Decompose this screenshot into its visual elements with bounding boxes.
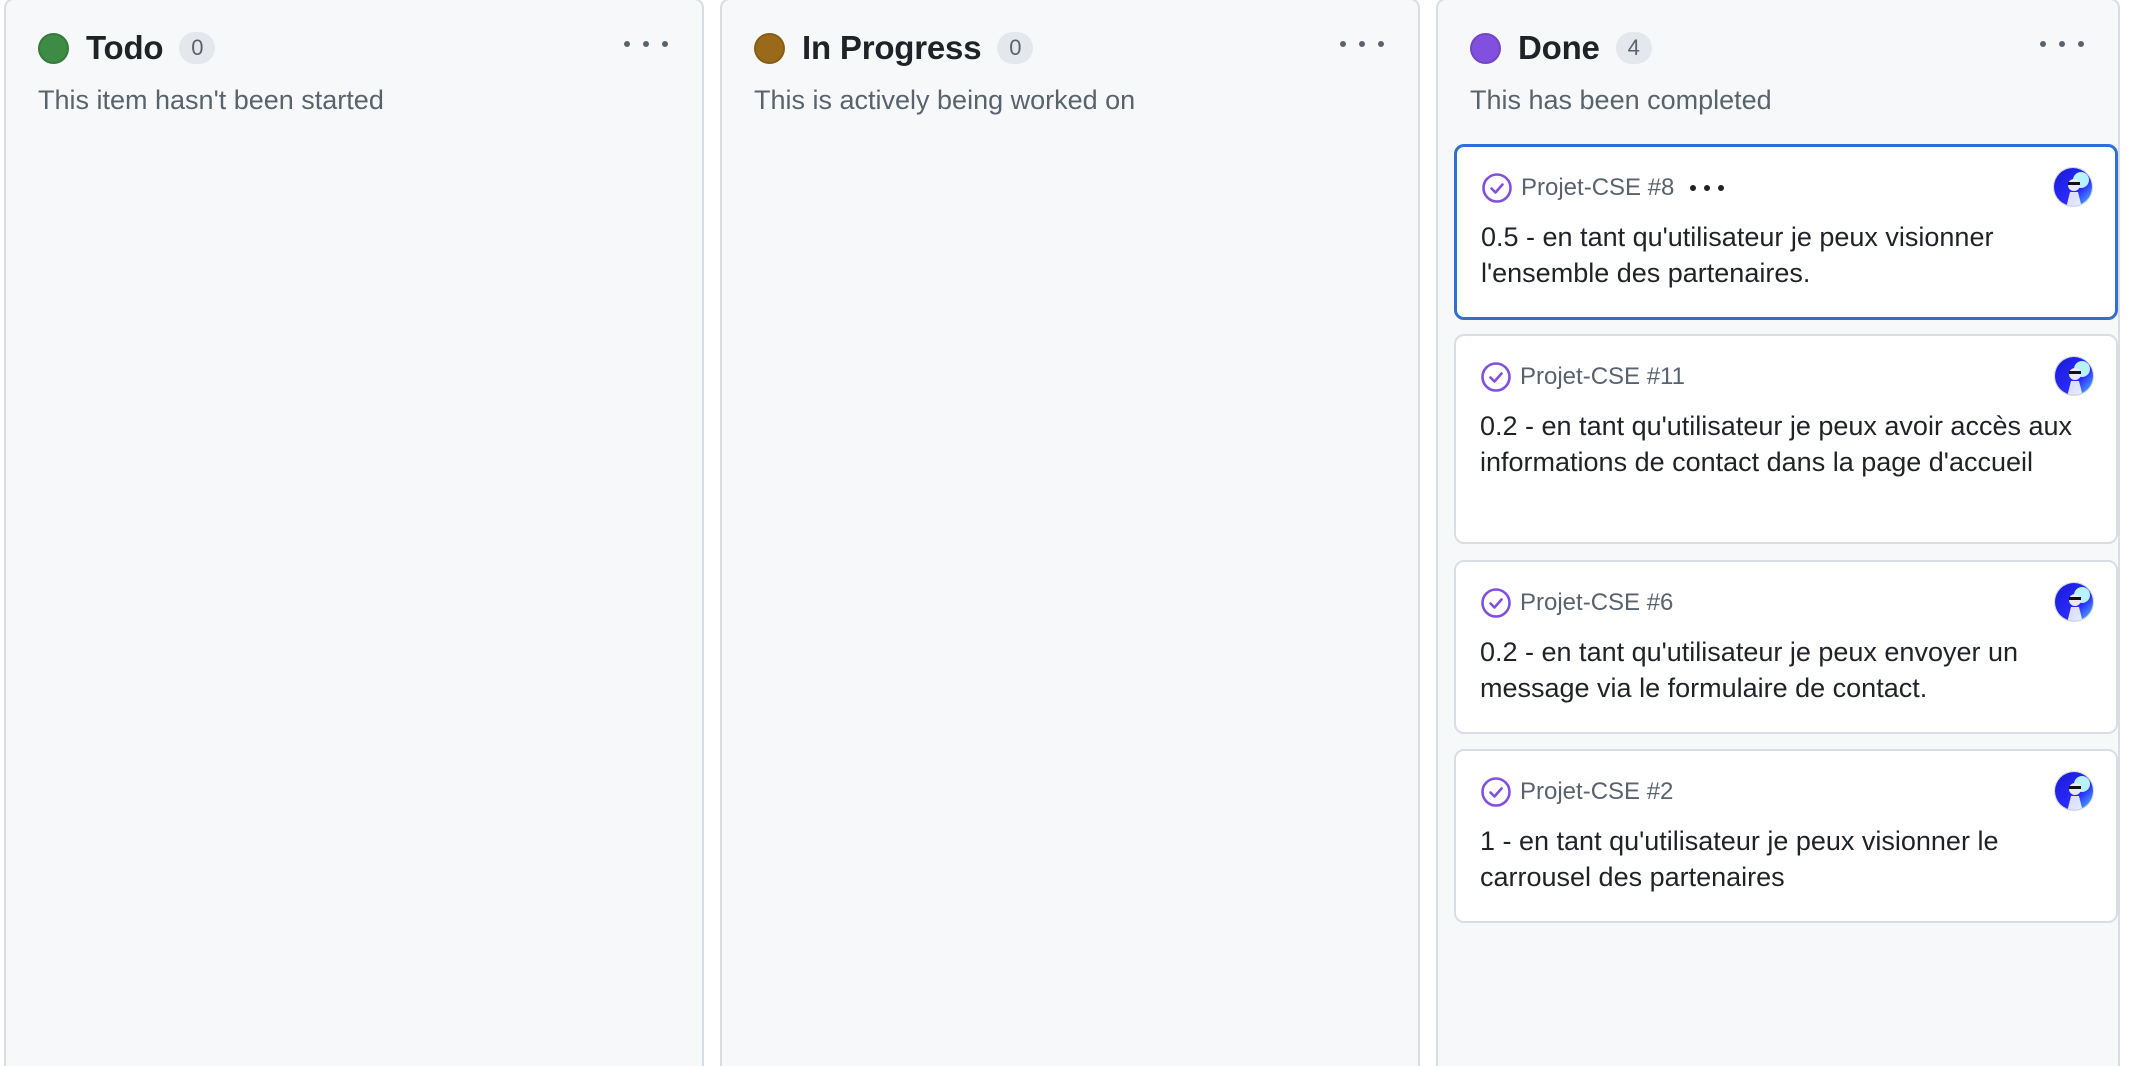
kebab-horizontal-icon xyxy=(1340,41,1346,47)
issue-reference-link[interactable]: Projet-CSE #2 xyxy=(1520,778,1673,806)
card-title[interactable]: 1 - en tant qu'utilisateur je peux visio… xyxy=(1480,823,2076,895)
assignee-avatar[interactable] xyxy=(2053,167,2093,207)
kebab-horizontal-icon xyxy=(2040,41,2046,47)
project-board: Todo 0 This item hasn't been started In … xyxy=(0,0,2138,1066)
kebab-horizontal-icon xyxy=(1690,185,1697,191)
check-circle-icon xyxy=(1481,588,1511,618)
avatar-image xyxy=(2055,583,2093,621)
status-color-dot xyxy=(1470,32,1501,64)
column-header: In Progress 0 xyxy=(754,28,1034,68)
status-color-dot xyxy=(38,32,69,64)
check-circle-icon xyxy=(1482,173,1512,203)
avatar-image xyxy=(2055,772,2093,810)
column-done: Done 4 This has been completed Projet-CS… xyxy=(1436,0,2120,1066)
column-title: In Progress xyxy=(802,29,982,66)
card-meta: Projet-CSE #6 xyxy=(1480,586,1673,620)
assignee-avatar[interactable] xyxy=(2054,771,2094,811)
column-menu-button[interactable] xyxy=(624,28,668,60)
card-meta: Projet-CSE #2 xyxy=(1480,775,1673,809)
column-menu-button[interactable] xyxy=(2040,28,2084,60)
item-count-badge: 0 xyxy=(997,32,1034,64)
check-circle-icon xyxy=(1481,777,1511,807)
item-count-badge: 0 xyxy=(179,32,216,64)
issue-reference-link[interactable]: Projet-CSE #6 xyxy=(1520,589,1673,617)
card-meta: Projet-CSE #11 xyxy=(1480,360,1685,394)
issue-card[interactable]: Projet-CSE #11 0.2 - en tant qu'utilisat… xyxy=(1454,334,2118,544)
column-todo: Todo 0 This item hasn't been started xyxy=(4,0,704,1066)
column-header: Todo 0 xyxy=(38,28,216,68)
column-menu-button[interactable] xyxy=(1340,28,1384,60)
column-title: Todo xyxy=(86,29,164,66)
column-title: Done xyxy=(1518,29,1600,66)
card-title[interactable]: 0.5 - en tant qu'utilisateur je peux vis… xyxy=(1481,219,2075,291)
status-color-dot xyxy=(754,32,785,64)
card-title[interactable]: 0.2 - en tant qu'utilisateur je peux avo… xyxy=(1480,408,2076,480)
issue-reference-link[interactable]: Projet-CSE #8 xyxy=(1521,174,1674,202)
issue-card[interactable]: Projet-CSE #8 0.5 - en tant qu'utilisate… xyxy=(1454,144,2118,320)
check-circle-icon xyxy=(1481,362,1511,392)
card-meta: Projet-CSE #8 xyxy=(1481,171,1725,205)
assignee-avatar[interactable] xyxy=(2054,582,2094,622)
issue-card[interactable]: Projet-CSE #2 1 - en tant qu'utilisateur… xyxy=(1454,749,2118,923)
avatar-image xyxy=(2054,168,2092,206)
card-menu-button[interactable] xyxy=(1690,178,1725,198)
kebab-horizontal-icon xyxy=(624,41,630,47)
avatar-image xyxy=(2055,357,2093,395)
column-description: This has been completed xyxy=(1470,85,1772,115)
column-in-progress: In Progress 0 This is actively being wor… xyxy=(720,0,1420,1066)
issue-reference-link[interactable]: Projet-CSE #11 xyxy=(1520,363,1685,391)
item-count-badge: 4 xyxy=(1615,32,1652,64)
card-title[interactable]: 0.2 - en tant qu'utilisateur je peux env… xyxy=(1480,634,2076,706)
assignee-avatar[interactable] xyxy=(2054,356,2094,396)
issue-card[interactable]: Projet-CSE #6 0.2 - en tant qu'utilisate… xyxy=(1454,560,2118,734)
column-header: Done 4 xyxy=(1470,28,1652,68)
column-description: This is actively being worked on xyxy=(754,85,1136,115)
column-description: This item hasn't been started xyxy=(38,85,384,115)
